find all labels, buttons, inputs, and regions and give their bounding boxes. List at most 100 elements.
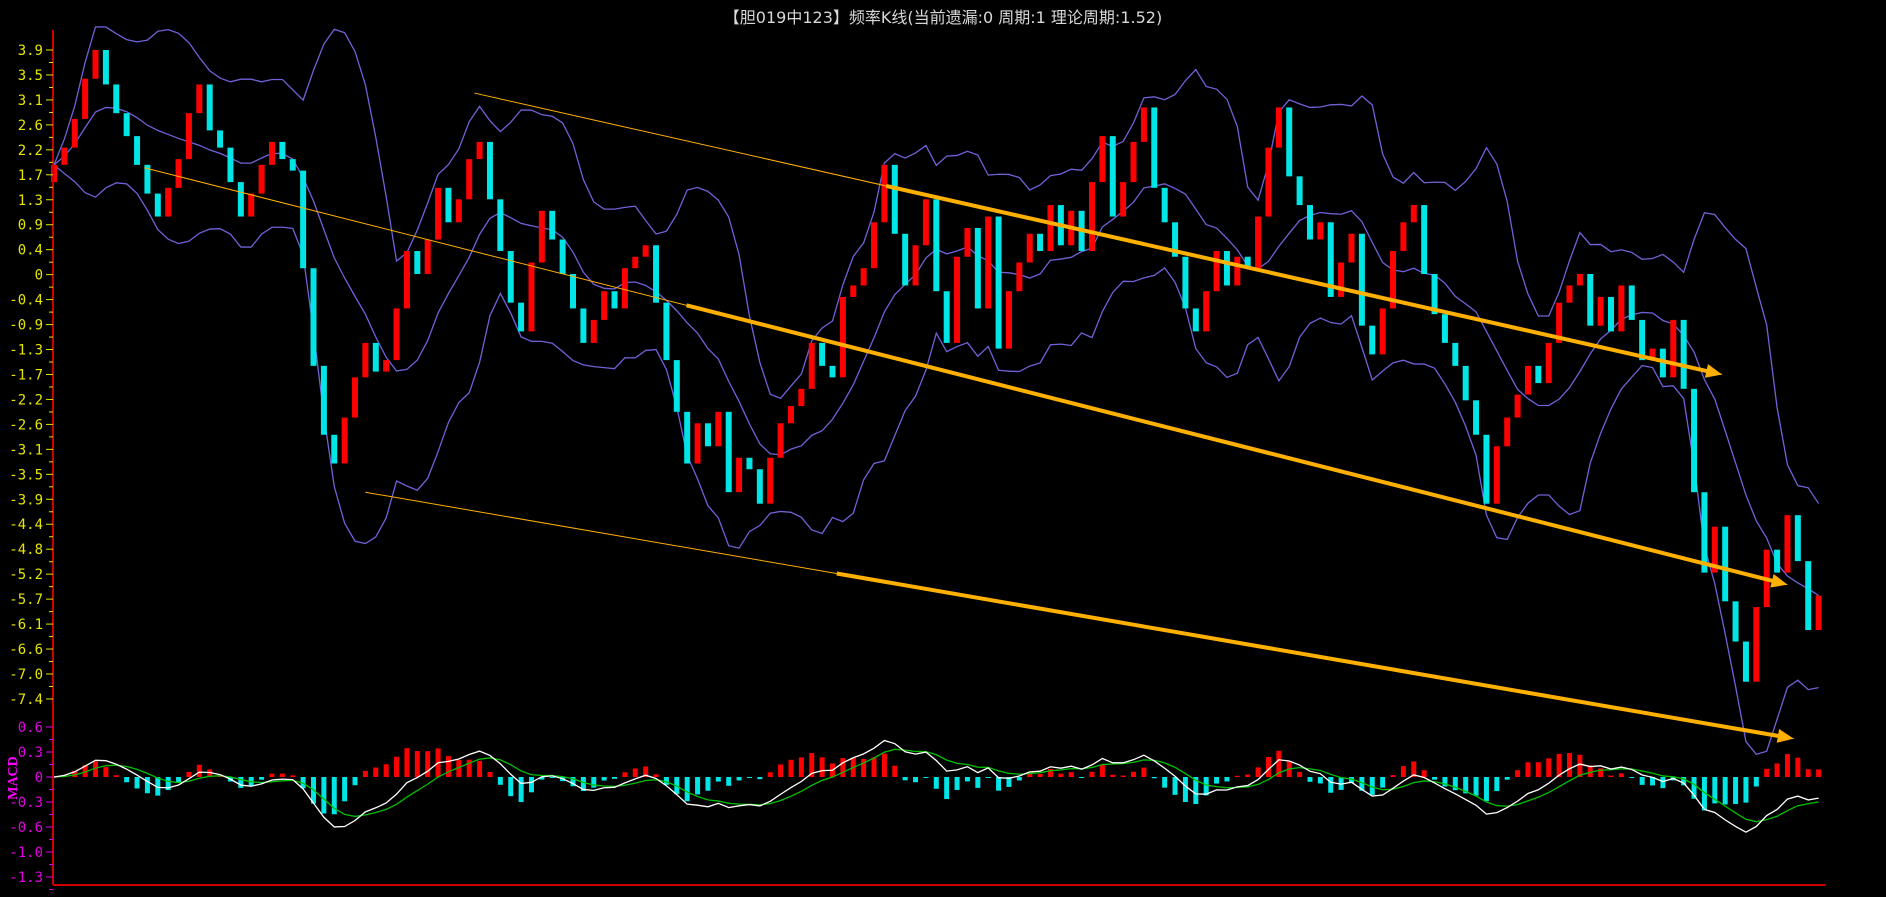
- macd-histogram-bar: [996, 777, 1002, 791]
- macd-tick-label: 0.3: [18, 745, 43, 761]
- candle-down: [1109, 136, 1116, 217]
- candle-down: [445, 187, 452, 223]
- macd-histogram-bar: [985, 777, 991, 778]
- candle-up: [82, 78, 89, 119]
- candle-up: [393, 308, 400, 361]
- candle-down: [704, 423, 711, 447]
- candle-up: [1234, 256, 1241, 286]
- macd-histogram-bar: [684, 777, 690, 802]
- macd-histogram-bar: [902, 777, 908, 781]
- candle-up: [466, 159, 473, 200]
- candle-up: [185, 113, 192, 160]
- candle-down: [310, 268, 317, 366]
- macd-histogram-bar: [1131, 771, 1137, 777]
- candle-down: [227, 147, 234, 183]
- candle-up: [1504, 417, 1511, 447]
- macd-histogram-bar: [1733, 777, 1739, 805]
- candle-down: [134, 136, 141, 165]
- candle-down: [570, 273, 576, 309]
- candle-down: [1358, 233, 1365, 326]
- macd-histogram-bar: [124, 777, 130, 783]
- bollinger-mid: [53, 106, 1819, 597]
- y-tick-label: -6.1: [9, 617, 43, 633]
- candle-up: [1400, 222, 1407, 252]
- candle-down: [123, 113, 130, 137]
- macd-histogram-bar: [736, 777, 742, 781]
- macd-histogram-bar: [1784, 754, 1790, 777]
- candle-up: [860, 268, 867, 286]
- candle-up: [1213, 251, 1220, 292]
- macd-histogram-bar: [798, 757, 804, 777]
- candle-down: [1701, 492, 1708, 573]
- y-tick-label: -3.1: [9, 442, 43, 458]
- y-tick-label: -1.7: [9, 367, 43, 383]
- candle-down: [1587, 273, 1594, 326]
- macd-histogram-bar: [342, 777, 348, 802]
- candle-up: [383, 360, 390, 372]
- candle-up: [455, 199, 462, 223]
- y-tick-label: 2.6: [18, 118, 43, 134]
- candle-down: [1483, 434, 1490, 504]
- macd-histogram-bar: [601, 777, 607, 781]
- macd-histogram-bar: [746, 777, 752, 778]
- candle-down: [206, 84, 213, 131]
- macd-histogram-bar: [1328, 777, 1334, 793]
- candle-down: [1037, 233, 1044, 252]
- trend-line-thick: [686, 303, 1779, 585]
- macd-histogram-bar: [591, 777, 597, 788]
- candle-up: [1618, 285, 1625, 332]
- candle-down: [673, 360, 680, 412]
- macd-histogram-bar: [508, 777, 514, 797]
- macd-histogram-bar: [1546, 758, 1552, 777]
- candle-up: [268, 141, 275, 165]
- macd-indicator: [51, 739, 1822, 833]
- candle-up: [258, 164, 265, 194]
- y-tick-label: 0.9: [18, 218, 43, 234]
- candle-up: [1047, 205, 1054, 252]
- candle-down: [725, 411, 732, 493]
- candle-down: [549, 210, 556, 240]
- candle-down: [1421, 205, 1428, 274]
- candle-up: [165, 187, 172, 217]
- macd-histogram-bar: [549, 777, 555, 778]
- macd-histogram-bar: [1722, 777, 1728, 805]
- candle-down: [1462, 365, 1469, 401]
- macd-histogram-bar: [933, 777, 939, 789]
- macd-histogram-bar: [622, 772, 628, 777]
- macd-histogram-bar: [394, 756, 400, 777]
- macd-histogram-bar: [705, 777, 711, 791]
- candle-up: [435, 187, 442, 240]
- candle-up: [61, 147, 68, 165]
- macd-histogram-bar: [528, 777, 534, 793]
- y-tick-label: -2.2: [9, 392, 43, 408]
- candle-up: [175, 159, 182, 188]
- candle-up: [1140, 107, 1147, 142]
- candle-down: [331, 434, 338, 464]
- macd-histogram-bar: [196, 764, 202, 777]
- candle-down: [372, 342, 379, 372]
- candle-down: [154, 193, 161, 217]
- candle-up: [1514, 394, 1521, 418]
- candle-down: [943, 291, 950, 343]
- candle-up: [839, 296, 846, 378]
- macd-histogram-bar: [362, 770, 368, 777]
- macd-histogram-bar: [497, 777, 503, 785]
- macd-histogram-bar: [1494, 777, 1500, 792]
- bollinger-bands: [53, 26, 1820, 756]
- candle-up: [632, 256, 639, 269]
- macd-histogram-bar: [1753, 777, 1759, 787]
- candle-up: [1317, 222, 1324, 240]
- macd-histogram-bar: [1016, 777, 1022, 781]
- candle-down: [684, 411, 691, 464]
- candle-down: [1161, 187, 1168, 223]
- candle-up: [1099, 136, 1106, 183]
- candle-down: [289, 159, 296, 171]
- candle-down: [580, 308, 587, 343]
- macd-histogram-bar: [1110, 774, 1116, 777]
- candle-up: [1120, 182, 1127, 217]
- candle-up: [964, 228, 971, 257]
- candle-down: [995, 216, 1002, 349]
- candle-down: [102, 50, 109, 85]
- candles: [51, 50, 1822, 682]
- candle-up: [476, 141, 483, 160]
